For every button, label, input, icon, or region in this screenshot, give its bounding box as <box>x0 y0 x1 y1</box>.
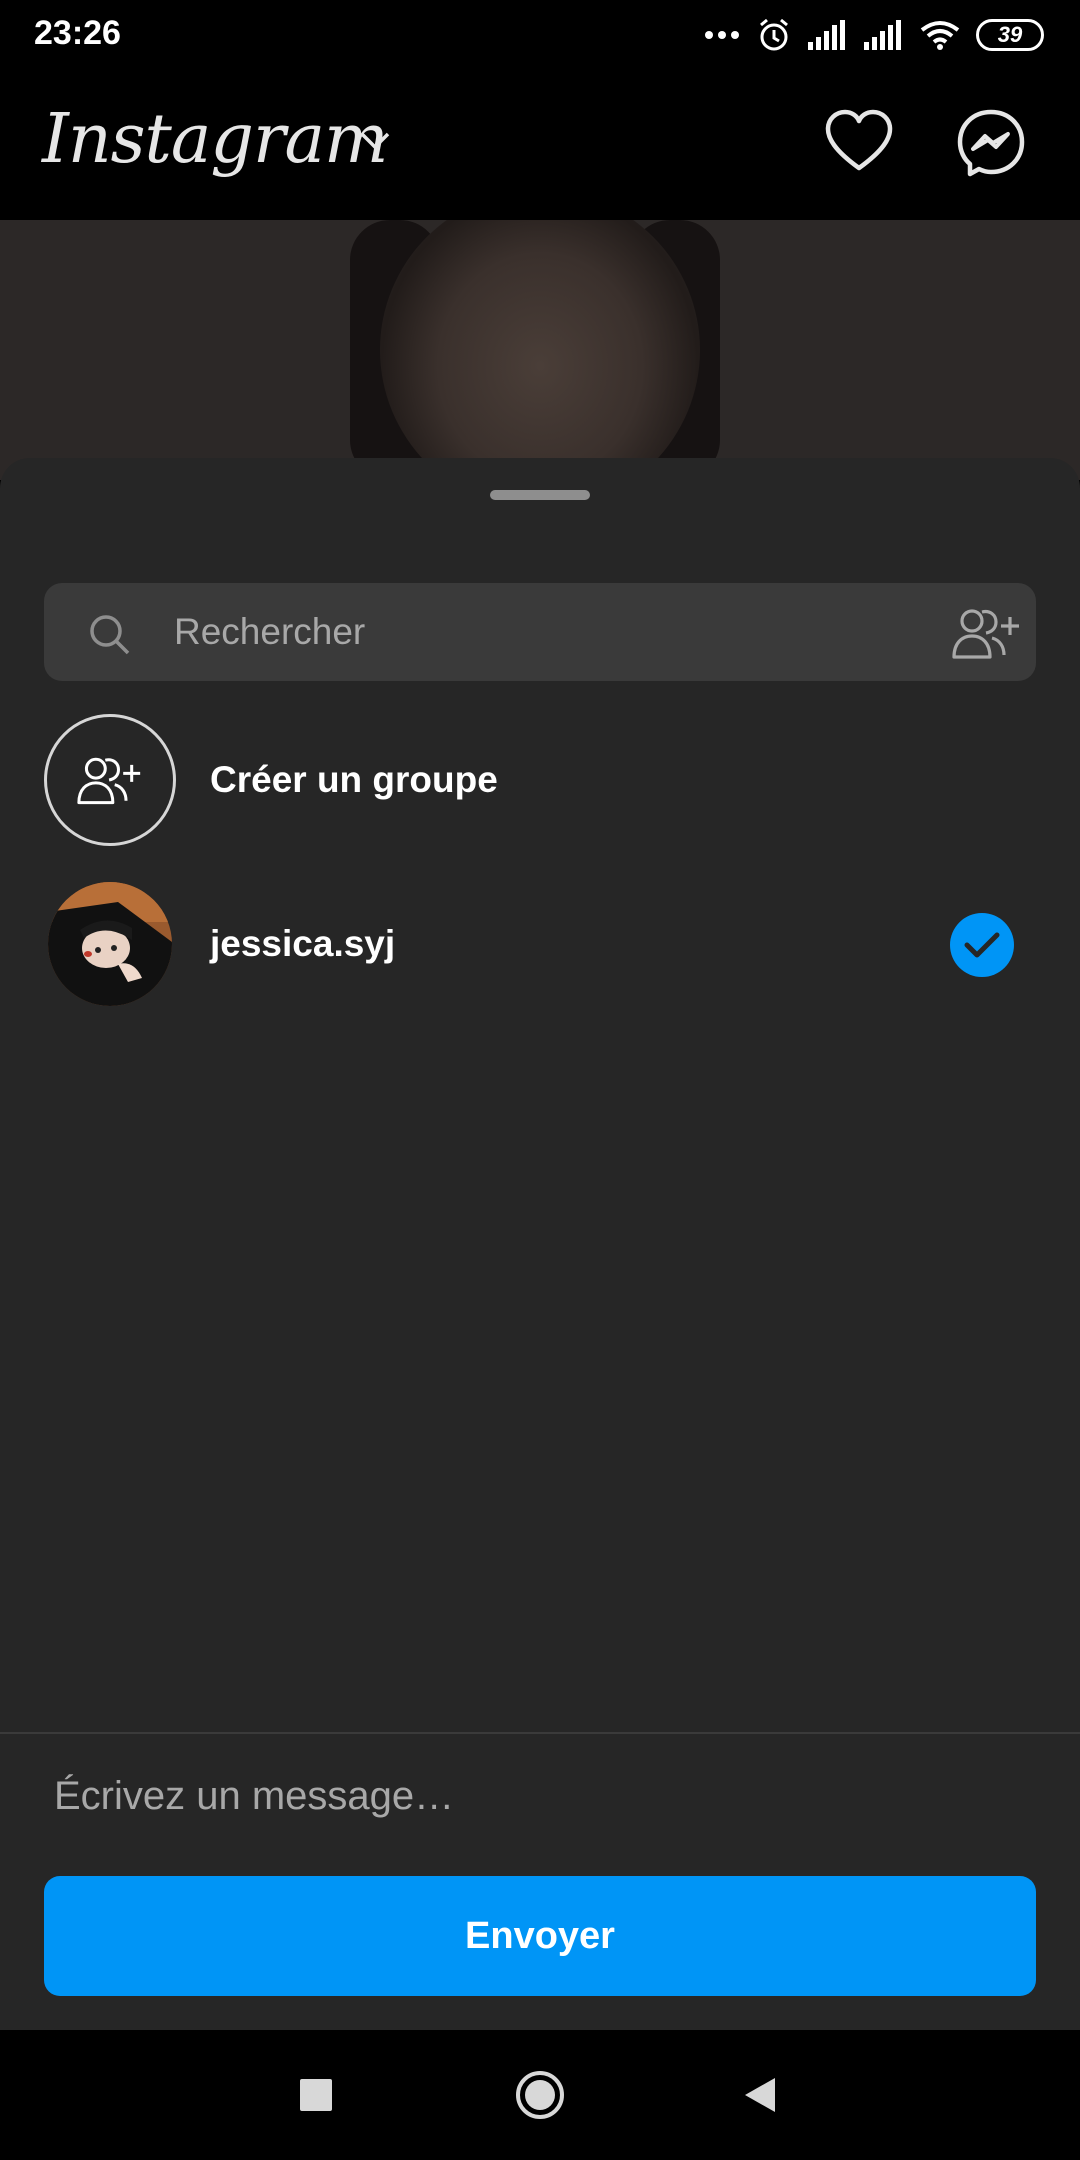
avatar <box>48 882 172 1006</box>
home-circle-icon[interactable] <box>505 2060 575 2130</box>
background-post-image <box>0 220 1080 480</box>
heart-icon[interactable] <box>824 108 894 178</box>
messenger-icon[interactable] <box>956 108 1026 178</box>
add-people-icon <box>77 757 141 805</box>
system-nav-bar <box>0 2030 1080 2160</box>
add-people-icon[interactable] <box>952 605 1022 661</box>
alarm-icon <box>760 18 788 51</box>
share-sheet: Créer un groupe jessica.syj Envoyer <box>0 458 1080 2030</box>
status-time: 23:26 <box>34 14 121 52</box>
more-dots-icon <box>705 31 739 39</box>
chevron-down-icon[interactable] <box>358 130 392 152</box>
create-group-row[interactable]: Créer un groupe <box>44 714 1036 846</box>
search-input[interactable] <box>174 583 954 681</box>
message-input[interactable] <box>54 1748 1034 1844</box>
selected-checkmark-icon[interactable] <box>950 913 1014 977</box>
send-button[interactable]: Envoyer <box>44 1876 1036 1996</box>
signal-icon <box>864 20 901 50</box>
battery-icon: 39 <box>976 19 1044 51</box>
drag-handle[interactable] <box>490 490 590 500</box>
recipient-row[interactable]: jessica.syj <box>44 878 1036 1010</box>
recipient-username: jessica.syj <box>210 923 396 964</box>
search-icon <box>90 615 130 655</box>
back-triangle-icon[interactable] <box>725 2060 795 2130</box>
create-group-label: Créer un groupe <box>210 759 498 800</box>
instagram-logo[interactable]: Instagram <box>42 100 388 179</box>
status-icons: 39 <box>704 16 1044 54</box>
recents-square-icon[interactable] <box>281 2060 351 2130</box>
battery-level: 39 <box>997 22 1023 47</box>
app-header: Instagram <box>0 70 1080 220</box>
create-group-avatar <box>44 714 176 846</box>
signal-icon <box>808 20 845 50</box>
divider <box>0 1732 1080 1734</box>
wifi-icon <box>920 21 960 50</box>
search-bar <box>44 583 1036 681</box>
status-bar: 23:26 39 <box>0 0 1080 70</box>
